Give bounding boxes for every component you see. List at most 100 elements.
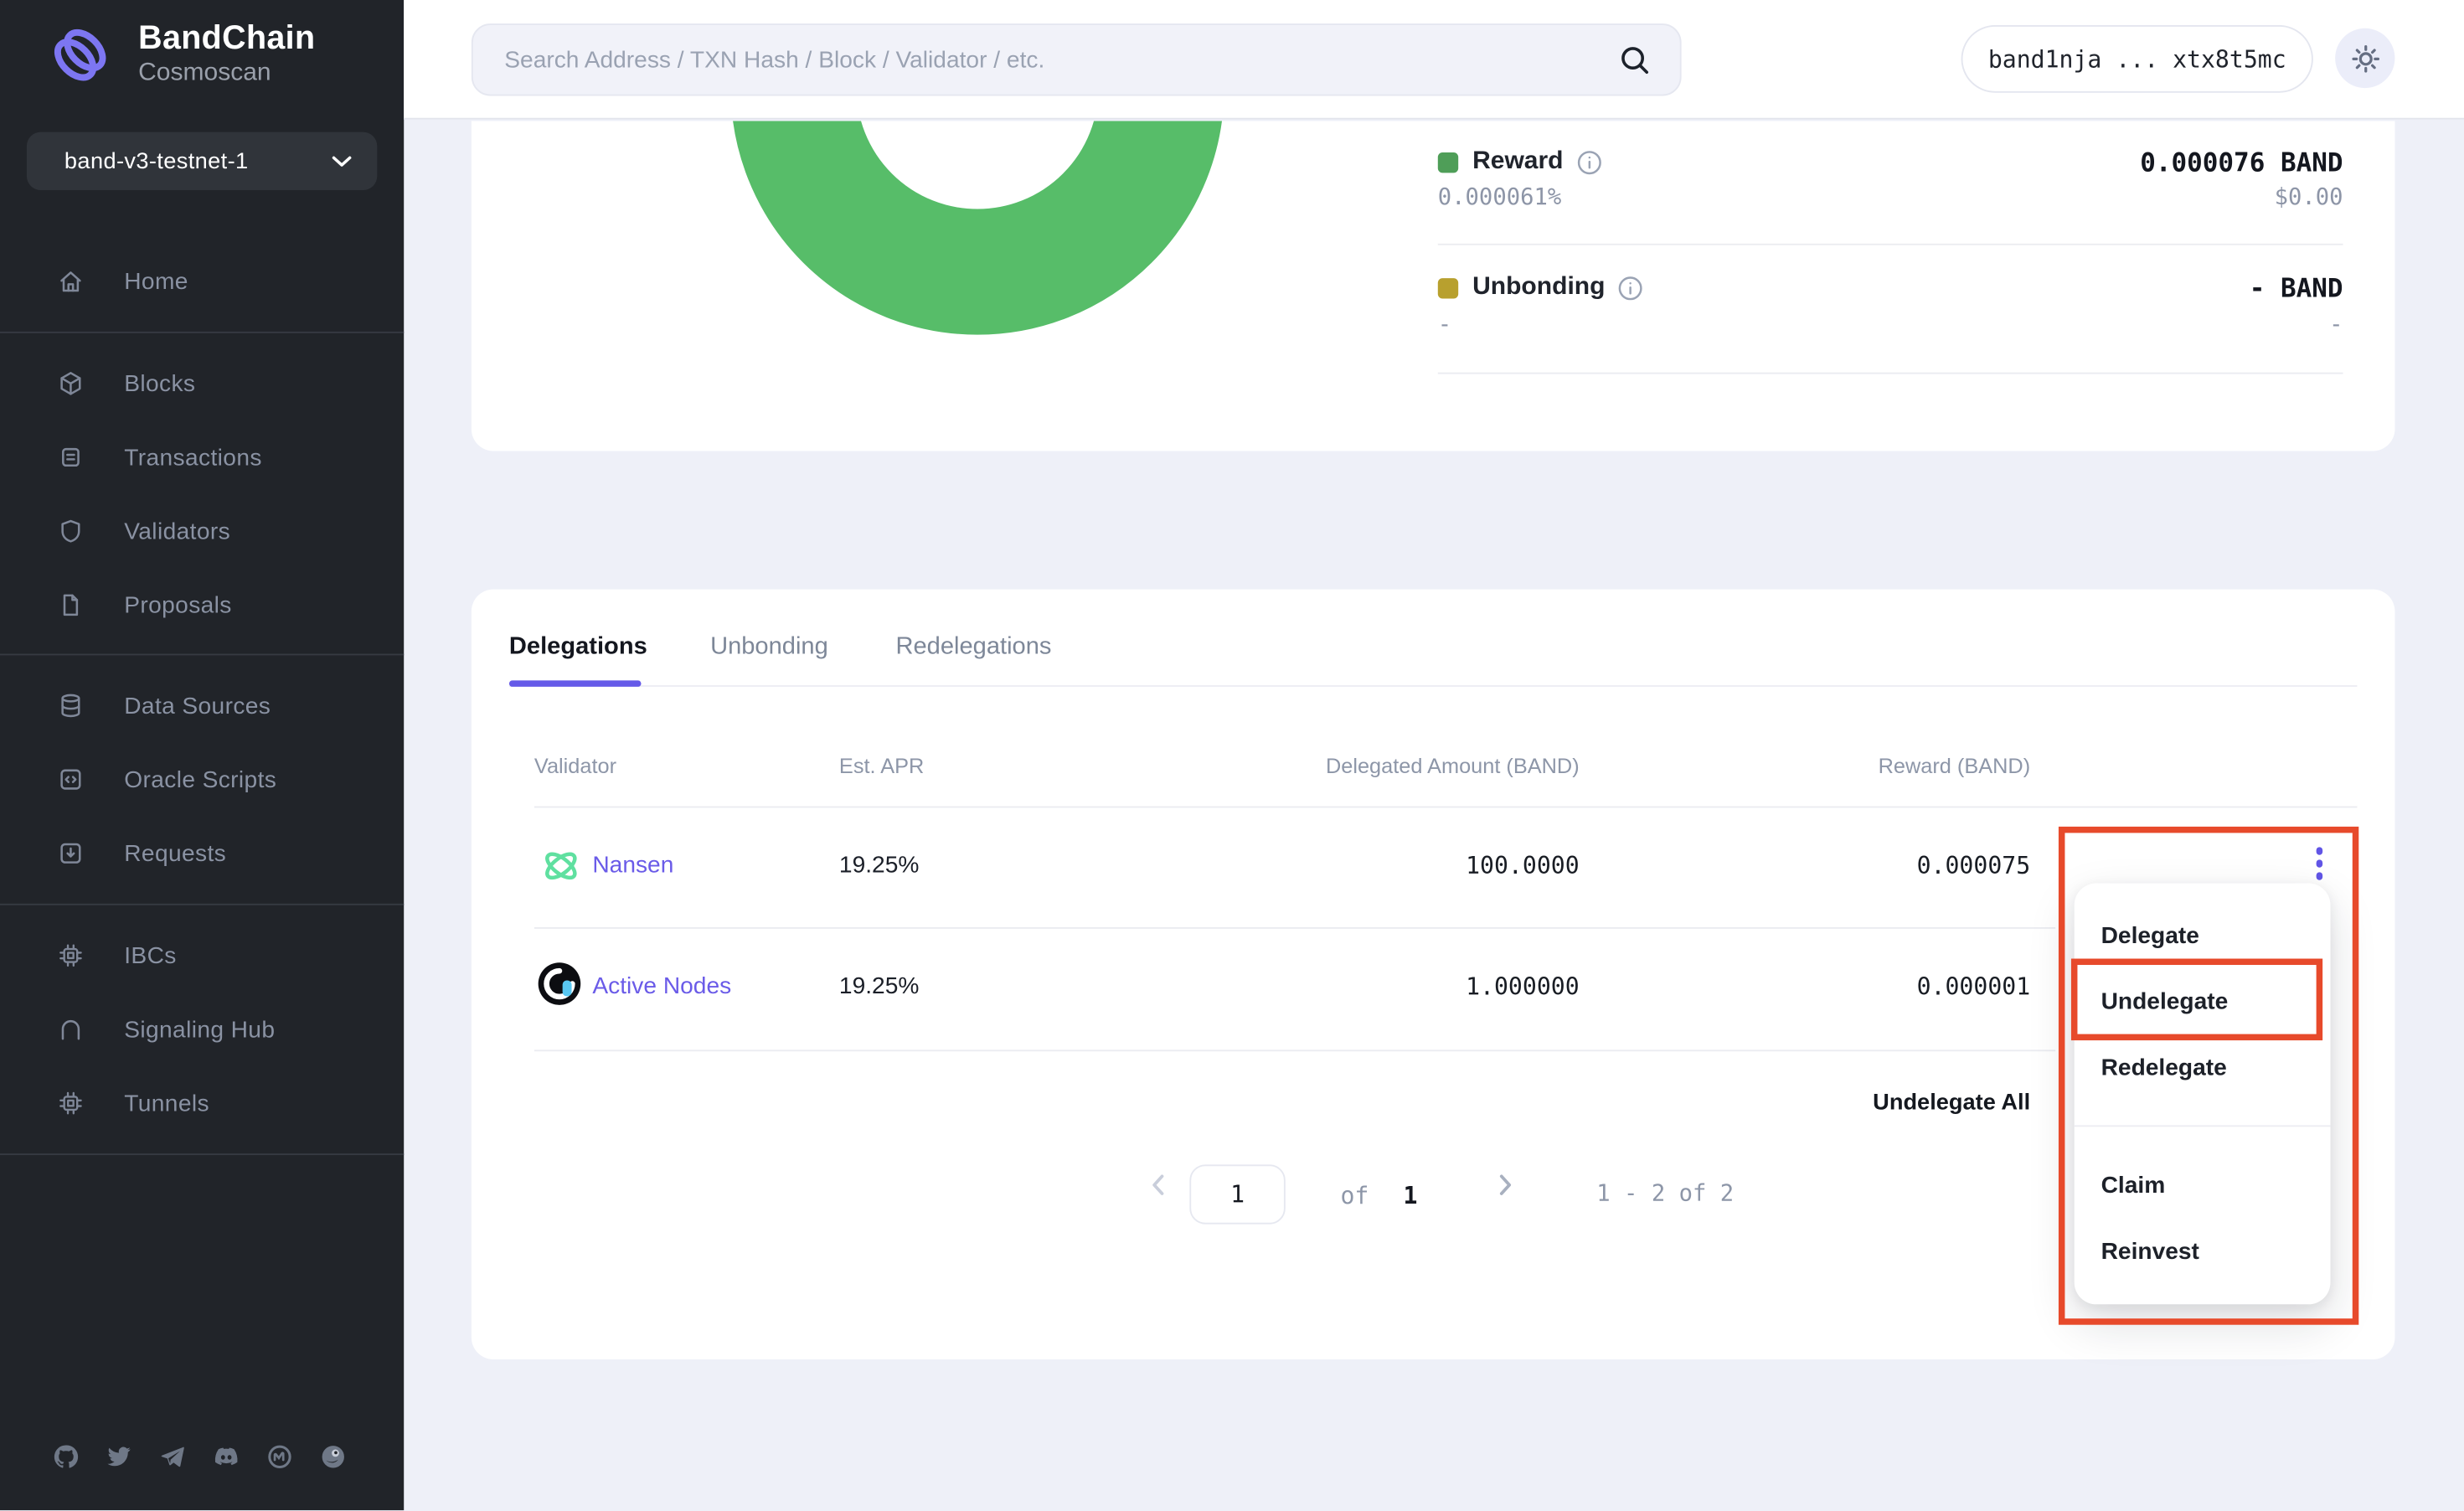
search-input[interactable]	[502, 44, 1603, 75]
table-row-divider	[534, 927, 2055, 929]
reward-value: 0.000001	[1571, 972, 2030, 1001]
sidebar-item-tunnels[interactable]: Tunnels	[0, 1083, 404, 1124]
sidebar-item-label: IBCs	[124, 942, 177, 969]
wallet-address: band1nja ... xtx8t5mc	[1988, 44, 2286, 73]
tab-unbonding[interactable]: Unbonding	[710, 633, 828, 662]
home-icon	[57, 267, 85, 296]
page-number-input[interactable]: 1	[1189, 1164, 1285, 1224]
menu-item-claim[interactable]: Claim	[2075, 1152, 2331, 1218]
sidebar-item-label: Validators	[124, 518, 230, 544]
prev-page-button[interactable]	[1147, 1173, 1169, 1198]
sidebar-item-proposals[interactable]: Proposals	[0, 585, 404, 626]
tab-delegations[interactable]: Delegations	[509, 633, 647, 662]
app-title: BandChain	[138, 20, 315, 58]
sidebar-item-home[interactable]: Home	[0, 260, 404, 302]
sidebar-item-data-sources[interactable]: Data Sources	[0, 685, 404, 726]
table-row-divider	[534, 1049, 2055, 1051]
sidebar-item-transactions[interactable]: Transactions	[0, 437, 404, 478]
unbonding-row: Unbonding - BAND	[1438, 269, 2343, 307]
sidebar-item-requests[interactable]: Requests	[0, 833, 404, 874]
unbonding-sub-left: -	[1438, 312, 1451, 338]
sidebar-divider	[0, 654, 404, 656]
tab-redelegations[interactable]: Redelegations	[895, 633, 1051, 662]
account-summary-card: Reward 0.000076 BAND 0.000061% $0.00 Unb…	[472, 121, 2395, 451]
column-header-reward: Reward (BAND)	[1571, 755, 2030, 778]
apr-value: 19.25%	[839, 852, 919, 879]
info-icon[interactable]	[1576, 148, 1603, 175]
search-bar[interactable]	[472, 23, 1682, 95]
wallet-address-button[interactable]: band1nja ... xtx8t5mc	[1961, 25, 2313, 93]
arch-icon	[57, 1015, 85, 1044]
database-icon	[57, 692, 85, 720]
reward-label: Reward	[1472, 147, 1563, 176]
summary-divider	[1438, 373, 2343, 374]
sidebar-item-oracle-scripts[interactable]: Oracle Scripts	[0, 759, 404, 800]
menu-item-reinvest[interactable]: Reinvest	[2075, 1218, 2331, 1284]
undelegate-all-button[interactable]: Undelegate All	[472, 1091, 2030, 1116]
network-selector[interactable]: band-v3-testnet-1	[27, 132, 377, 190]
reward-value: 0.000075	[1571, 852, 2030, 880]
sidebar-item-blocks[interactable]: Blocks	[0, 363, 404, 404]
next-page-button[interactable]	[1494, 1173, 1516, 1198]
sidebar-divider	[0, 332, 404, 333]
validator-link[interactable]: Active Nodes	[592, 972, 731, 999]
sidebar-item-label: Data Sources	[124, 693, 271, 719]
validator-logo-nansen	[540, 845, 581, 886]
unbonding-label: Unbonding	[1472, 273, 1605, 302]
sidebar-divider	[0, 904, 404, 905]
sidebar-item-label: Tunnels	[124, 1090, 209, 1116]
sidebar-item-label: Oracle Scripts	[124, 766, 276, 793]
sun-icon	[2348, 42, 2381, 75]
apr-value: 19.25%	[839, 972, 919, 999]
sidebar-item-label: Home	[124, 268, 188, 295]
coingecko-icon[interactable]	[319, 1442, 348, 1471]
sidebar-item-validators[interactable]: Validators	[0, 511, 404, 552]
bandchain-logo-icon	[44, 19, 116, 91]
unbonding-sub-right: -	[2329, 312, 2343, 338]
chevron-down-icon	[332, 155, 352, 168]
reward-subrow: 0.000061% $0.00	[1438, 185, 2343, 210]
app-root: BandChain Cosmoscan band-v3-testnet-1 Ho…	[0, 0, 2464, 1510]
github-icon[interactable]	[52, 1442, 80, 1471]
pagination-total-pages: 1	[1404, 1182, 1418, 1210]
pagination-of-label: of	[1340, 1182, 1369, 1210]
sidebar-item-label: Proposals	[124, 591, 232, 618]
tab-bottom-line	[509, 685, 2358, 687]
discord-icon[interactable]	[212, 1442, 240, 1471]
delegated-amount-value: 100.0000	[1162, 852, 1579, 880]
info-icon[interactable]	[1617, 274, 1644, 301]
pagination-range-label: 1 - 2 of 2	[1596, 1182, 1734, 1207]
unbonding-legend-swatch	[1438, 277, 1458, 297]
summary-divider	[1438, 244, 2343, 245]
twitter-icon[interactable]	[106, 1442, 134, 1471]
menu-divider	[2075, 1125, 2331, 1127]
validator-actions-menu: Delegate Undelegate Redelegate Claim Rei…	[2075, 883, 2331, 1304]
menu-item-delegate[interactable]: Delegate	[2075, 902, 2331, 968]
telegram-icon[interactable]	[159, 1442, 188, 1471]
coinmarketcap-icon[interactable]	[265, 1442, 294, 1471]
document-icon	[57, 443, 85, 472]
validator-logo-active-nodes	[538, 962, 582, 1006]
delegated-amount-value: 1.000000	[1162, 972, 1579, 1001]
reward-usd: $0.00	[2275, 185, 2343, 210]
sidebar-item-signaling-hub[interactable]: Signaling Hub	[0, 1009, 404, 1050]
cube-icon	[57, 369, 85, 398]
validator-link[interactable]: Nansen	[592, 852, 673, 879]
search-icon[interactable]	[1619, 44, 1652, 76]
menu-item-redelegate[interactable]: Redelegate	[2075, 1034, 2331, 1101]
unbonding-subrow: - -	[1438, 312, 2343, 338]
brand[interactable]: BandChain Cosmoscan	[44, 19, 316, 91]
shield-icon	[57, 517, 85, 545]
social-links	[52, 1442, 348, 1471]
reward-percent: 0.000061%	[1438, 185, 1561, 210]
table-header-divider	[534, 807, 2357, 808]
sidebar-item-label: Blocks	[124, 370, 195, 397]
menu-item-undelegate[interactable]: Undelegate	[2075, 968, 2331, 1034]
code-icon	[57, 766, 85, 794]
column-header-validator: Validator	[534, 755, 616, 778]
reward-legend-swatch	[1438, 152, 1458, 172]
theme-toggle-button[interactable]	[2335, 28, 2394, 88]
sidebar-item-ibcs[interactable]: IBCs	[0, 935, 404, 976]
network-selector-value: band-v3-testnet-1	[64, 148, 249, 173]
reward-amount: 0.000076 BAND	[2140, 147, 2343, 177]
